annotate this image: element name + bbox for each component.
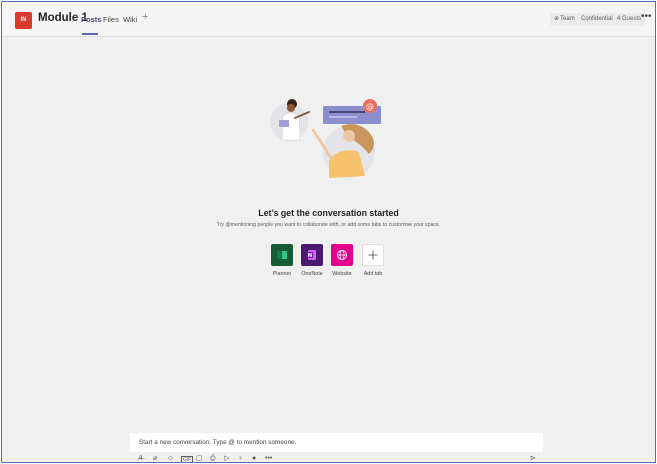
empty-state-heading: Let’s get the conversation started: [258, 208, 399, 218]
plus-icon[interactable]: [362, 244, 384, 266]
teams-window: IN Module 1 Posts Files Wiki + ⊕Team Con…: [1, 1, 656, 463]
compose-toolbar: A̶ ⌀ ☺ GIF ▢ ⎙ ▷ ♀ ● ••• ⊳: [130, 454, 543, 462]
team-badge[interactable]: ⊕Team: [550, 13, 579, 26]
onenote-icon[interactable]: N: [301, 244, 323, 266]
app-add-tab[interactable]: Add tab: [355, 244, 391, 277]
active-tab-indicator: [82, 33, 98, 35]
more-apps-icon[interactable]: ●: [252, 454, 256, 462]
meet-icon[interactable]: ⎙: [210, 454, 216, 462]
attach-icon[interactable]: ⌀: [153, 454, 157, 462]
ellipsis-icon[interactable]: •••: [641, 11, 652, 22]
emoji-icon[interactable]: ☺: [167, 454, 174, 462]
sticker-icon[interactable]: ▢: [196, 454, 203, 462]
praise-icon[interactable]: ♀: [238, 454, 243, 462]
globe-icon[interactable]: [331, 244, 353, 266]
channel-header: IN Module 1 Posts Files Wiki + ⊕Team Con…: [2, 2, 655, 37]
empty-state-subtext: Try @mentioning people you want to colla…: [216, 222, 441, 228]
send-icon[interactable]: ⊳: [530, 454, 536, 462]
svg-text:@: @: [366, 102, 374, 111]
format-icon[interactable]: A̶: [138, 454, 143, 462]
globe-icon: ⊕: [554, 16, 560, 22]
tab-files[interactable]: Files: [103, 15, 119, 24]
confidential-badge[interactable]: Confidential: [577, 13, 617, 26]
stream-icon[interactable]: ▷: [224, 454, 229, 462]
team-badge-label: Team: [560, 16, 575, 22]
team-avatar[interactable]: IN: [15, 12, 32, 29]
conversation-illustration: @: [270, 99, 381, 178]
more-icon[interactable]: •••: [265, 454, 272, 462]
gif-icon[interactable]: GIF: [181, 456, 194, 462]
tab-wiki[interactable]: Wiki: [123, 15, 137, 24]
planner-icon[interactable]: [271, 244, 293, 266]
compose-placeholder: Start a new conversation. Type @ to ment…: [139, 439, 297, 446]
svg-text:N: N: [308, 253, 312, 259]
add-tab-icon[interactable]: +: [142, 11, 148, 23]
compose-box[interactable]: Start a new conversation. Type @ to ment…: [130, 433, 543, 452]
app-label: Add tab: [363, 271, 383, 277]
tab-posts[interactable]: Posts: [81, 15, 101, 24]
